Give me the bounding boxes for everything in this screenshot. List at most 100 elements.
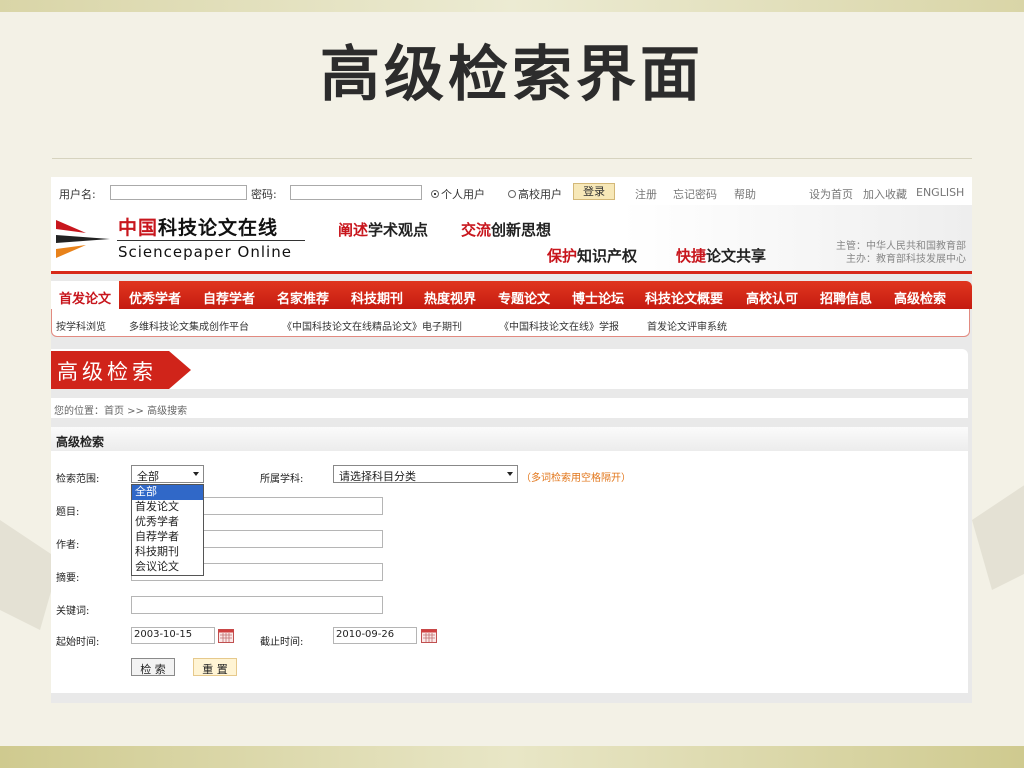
slogan-1: 阐述学术观点 [338,219,428,240]
end-date-input[interactable]: 2010-09-26 [333,627,417,644]
radio-personal-label: 个人用户 [441,188,485,201]
keyword-label: 关键词: [56,606,90,617]
english-link[interactable]: ENGLISH [916,186,964,199]
start-date-input[interactable]: 2003-10-15 [131,627,215,644]
scope-option-zijian[interactable]: 自荐学者 [132,530,203,545]
scope-option-qikan[interactable]: 科技期刊 [132,545,203,560]
nav-item-qikan[interactable]: 科技期刊 [351,288,403,307]
author-label: 作者: [56,540,80,551]
radio-icon [508,190,516,198]
sponsor-line-2: 主办：教育部科技发展中心 [846,254,966,265]
advanced-search-form: 高级检索 检索范围: 全部 全部 首发论文 优秀学者 自荐学者 科技期刊 会议论… [51,427,968,693]
subject-label: 所属学科: [260,474,304,485]
slogan-2-black: 创新思想 [491,221,552,239]
slogan-4: 快捷论文共享 [676,245,766,266]
username-input[interactable] [110,185,247,200]
sub-nav: 按学科浏览 多维科技论文集成创作平台 《中国科技论文在线精品论文》电子期刊 《中… [51,309,970,337]
slogan-3-red: 保护 [547,247,578,265]
slide-title: 高级检索界面 [320,40,704,110]
set-homepage-link[interactable]: 设为首页 [809,186,853,202]
slogan-1-black: 学术观点 [368,221,429,239]
reset-button[interactable]: 重 置 [193,658,237,676]
breadcrumb-text: 您的位置：首页 >> 高级搜索 [54,406,188,417]
nav-item-redu[interactable]: 热度视界 [424,288,476,307]
subnav-browse[interactable]: 按学科浏览 [56,318,106,333]
radio-school-user[interactable]: 高校用户 [508,186,562,202]
main-nav: 首发论文 优秀学者 自荐学者 名家推荐 科技期刊 热度视界 专题论文 博士论坛 … [51,281,972,309]
subnav-ejournal[interactable]: 《中国科技论文在线精品论文》电子期刊 [282,318,462,333]
section-banner: 高级检索 [51,349,968,389]
help-link[interactable]: 帮助 [734,186,756,202]
sponsor-info: 主管：中华人民共和国教育部 主办：教育部科技发展中心 [821,240,966,266]
login-button[interactable]: 登录 [573,183,615,200]
chevron-down-icon [507,472,513,476]
subnav-review[interactable]: 首发论文评审系统 [647,318,727,333]
website-screenshot: 用户名: 密码: 个人用户 高校用户 登录 注册 忘记密码 帮助 设为首页 加入… [51,177,972,703]
subject-selected-value: 请选择科目分类 [339,470,416,483]
slogan-4-red: 快捷 [676,247,707,265]
radio-school-label: 高校用户 [518,188,562,201]
slide-bottom-band [0,746,1024,768]
username-label: 用户名: [59,188,96,201]
logo-cn-black: 科技论文在线 [158,217,279,239]
slogan-2-red: 交流 [461,221,492,239]
radio-icon-checked [431,190,439,198]
subnav-journal[interactable]: 《中国科技论文在线》学报 [499,318,619,333]
add-favorite-link[interactable]: 加入收藏 [863,186,907,202]
password-label: 密码: [251,188,277,201]
nav-item-youxiu[interactable]: 优秀学者 [129,288,181,307]
abstract-label: 摘要: [56,573,80,584]
nav-item-gaoji[interactable]: 高级检索 [894,288,946,307]
search-hint: （多词检索用空格隔开） [521,473,631,484]
end-date-label: 截止时间: [260,637,304,648]
scope-select[interactable]: 全部 [131,465,204,483]
register-link[interactable]: 注册 [635,186,657,202]
radio-personal-user[interactable]: 个人用户 [431,186,485,202]
chevron-down-icon [193,472,199,476]
decorative-fan-right [972,485,1024,590]
scope-label: 检索范围: [56,474,100,485]
keyword-input[interactable] [131,596,383,614]
password-input[interactable] [290,185,422,200]
scope-option-huiyi[interactable]: 会议论文 [132,560,203,575]
logo-underline [117,240,305,241]
scope-option-youxiu[interactable]: 优秀学者 [132,515,203,530]
nav-item-gaoxiao[interactable]: 高校认可 [746,288,798,307]
logo-english-name[interactable]: Sciencepaper Online [118,243,292,261]
calendar-icon[interactable] [218,629,234,643]
start-date-label: 起始时间: [56,637,100,648]
logo-cn-red: 中国 [118,217,159,239]
login-bar: 用户名: 密码: 个人用户 高校用户 登录 注册 忘记密码 帮助 设为首页 加入… [51,177,972,205]
nav-item-mingjia[interactable]: 名家推荐 [277,288,329,307]
slogan-2: 交流创新思想 [461,219,551,240]
nav-item-boshi[interactable]: 博士论坛 [572,288,624,307]
calendar-icon[interactable] [421,629,437,643]
slogan-3-black: 知识产权 [577,247,638,265]
nav-item-zhaopin[interactable]: 招聘信息 [820,288,872,307]
form-header: 高级检索 [51,427,968,451]
slogan-4-black: 论文共享 [706,247,767,265]
subject-select[interactable]: 请选择科目分类 [333,465,518,483]
form-heading: 高级检索 [56,435,105,449]
nav-item-gaiyao[interactable]: 科技论文概要 [645,288,723,307]
title-label: 题目: [56,507,80,518]
sponsor-line-1: 主管：中华人民共和国教育部 [836,241,966,252]
nav-item-zijian[interactable]: 自荐学者 [203,288,255,307]
site-logo-icon[interactable] [56,217,110,261]
slogan-3: 保护知识产权 [547,245,637,266]
scope-option-all[interactable]: 全部 [132,485,203,500]
site-header: 中国科技论文在线 Sciencepaper Online 阐述学术观点 交流创新… [51,205,972,271]
slogan-1-red: 阐述 [338,221,369,239]
search-button[interactable]: 检 索 [131,658,175,676]
subnav-platform[interactable]: 多维科技论文集成创作平台 [129,318,249,333]
scope-option-shoufa[interactable]: 首发论文 [132,500,203,515]
scope-dropdown-list: 全部 首发论文 优秀学者 自荐学者 科技期刊 会议论文 [131,484,204,576]
forgot-password-link[interactable]: 忘记密码 [673,186,717,202]
nav-item-zhuanti[interactable]: 专题论文 [498,288,550,307]
scope-selected-value: 全部 [137,470,159,483]
nav-top-rule [51,271,972,274]
banner-title: 高级检索 [57,360,157,384]
logo-chinese-name[interactable]: 中国科技论文在线 [118,213,278,240]
nav-item-shoufa[interactable]: 首发论文 [51,281,119,309]
slide-top-band [0,0,1024,12]
